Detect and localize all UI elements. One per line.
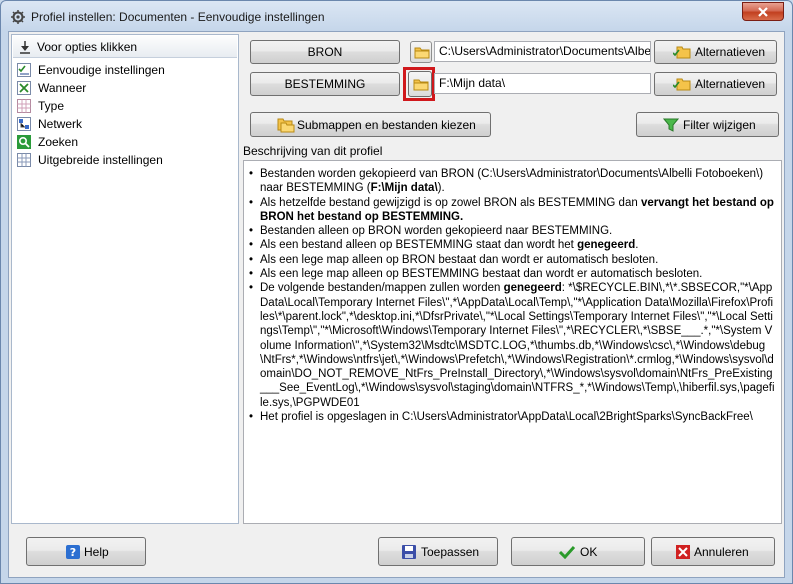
description-item: De volgende bestanden/mappen zullen word… xyxy=(248,281,775,410)
option-label: Type xyxy=(38,99,65,113)
description-item: Bestanden alleen op BRON worden gekopiee… xyxy=(248,224,775,239)
cancel-label: Annuleren xyxy=(694,545,749,559)
description-item: Als een bestand alleen op BESTEMMING sta… xyxy=(248,238,775,253)
close-icon xyxy=(758,7,768,17)
folder-icon xyxy=(413,79,429,91)
options-list: Eenvoudige instellingen Wanneer Type Net… xyxy=(12,61,238,169)
option-eenvoudige-instellingen[interactable]: Eenvoudige instellingen xyxy=(12,61,238,79)
option-label: Wanneer xyxy=(38,81,87,95)
gear-app-icon xyxy=(11,10,25,24)
options-header: Voor opties klikken xyxy=(13,36,237,58)
options-header-label: Voor opties klikken xyxy=(37,40,138,54)
filter-funnel-icon xyxy=(663,118,679,132)
close-button[interactable] xyxy=(742,2,784,21)
description-item: Als een lege map alleen op BRON bestaat … xyxy=(248,253,775,268)
svg-text:?: ? xyxy=(70,546,76,559)
help-button[interactable]: ? Help xyxy=(26,537,146,566)
folder-icon xyxy=(414,47,430,59)
destination-button-label: BESTEMMING xyxy=(284,77,366,91)
source-path-field[interactable]: C:\Users\Administrator\Documents\Albelli xyxy=(434,41,651,62)
description-item: Het profiel is opgeslagen in C:\Users\Ad… xyxy=(248,410,775,425)
option-label: Eenvoudige instellingen xyxy=(38,63,165,77)
cancel-button[interactable]: Annuleren xyxy=(651,537,775,566)
help-label: Help xyxy=(84,545,109,559)
dialog-window: Profiel instellen: Documenten - Eenvoudi… xyxy=(0,0,793,584)
description-item: Als hetzelfde bestand gewijzigd is op zo… xyxy=(248,196,775,225)
select-subfolders-button[interactable]: Submappen en bestanden kiezen xyxy=(250,112,491,137)
ok-button[interactable]: OK xyxy=(511,537,645,566)
source-alternatives-button[interactable]: Alternatieven xyxy=(654,40,777,64)
option-label: Netwerk xyxy=(38,117,83,131)
source-alternatives-label: Alternatieven xyxy=(695,45,766,59)
description-item: Als een lege map alleen op BESTEMMING be… xyxy=(248,267,775,282)
calendar-icon xyxy=(17,81,31,95)
option-type[interactable]: Type xyxy=(12,97,238,115)
folders-icon xyxy=(277,118,295,133)
settings-grid-icon xyxy=(17,153,31,167)
option-label: Zoeken xyxy=(38,135,79,149)
checkmark-icon xyxy=(559,545,575,559)
description-item: Bestanden worden gekopieerd van BRON (C:… xyxy=(248,167,775,196)
save-disk-icon xyxy=(402,545,416,559)
description-list: Bestanden worden gekopieerd van BRON (C:… xyxy=(248,167,775,425)
destination-alternatives-button[interactable]: Alternatieven xyxy=(654,72,777,96)
destination-path-field[interactable]: F:\Mijn data\ xyxy=(434,73,651,94)
title-bar: Profiel instellen: Documenten - Eenvoudi… xyxy=(1,1,792,31)
profile-description-box[interactable]: Bestanden worden gekopieerd van BRON (C:… xyxy=(243,160,782,524)
destination-button[interactable]: BESTEMMING xyxy=(250,72,400,96)
alternatives-folder-icon xyxy=(673,46,691,59)
search-icon xyxy=(17,135,31,149)
apply-label: Toepassen xyxy=(421,545,480,559)
option-zoeken[interactable]: Zoeken xyxy=(12,133,238,151)
window-title: Profiel instellen: Documenten - Eenvoudi… xyxy=(31,10,325,24)
source-button[interactable]: BRON xyxy=(250,40,400,64)
apply-button[interactable]: Toepassen xyxy=(378,537,498,566)
options-panel: Voor opties klikken Eenvoudige instellin… xyxy=(11,34,239,524)
source-browse-button[interactable] xyxy=(410,41,432,63)
source-path-value: C:\Users\Administrator\Documents\Albelli xyxy=(439,44,651,58)
option-netwerk[interactable]: Netwerk xyxy=(12,115,238,133)
network-icon xyxy=(17,117,31,131)
check-list-icon xyxy=(17,63,31,77)
cancel-x-icon xyxy=(676,545,690,559)
destination-browse-button[interactable] xyxy=(408,71,432,97)
option-wanneer[interactable]: Wanneer xyxy=(12,79,238,97)
option-label: Uitgebreide instellingen xyxy=(38,153,163,167)
select-subfolders-label: Submappen en bestanden kiezen xyxy=(297,118,476,132)
profile-description-title: Beschrijving van dit profiel xyxy=(243,144,383,158)
help-icon: ? xyxy=(66,545,80,559)
change-filter-label: Filter wijzigen xyxy=(683,118,756,132)
option-uitgebreide-instellingen[interactable]: Uitgebreide instellingen xyxy=(12,151,238,169)
dialog-client-area: Voor opties klikken Eenvoudige instellin… xyxy=(8,31,785,578)
ok-label: OK xyxy=(580,545,598,559)
arrow-down-icon xyxy=(20,41,30,54)
type-grid-icon xyxy=(17,99,31,113)
destination-path-value: F:\Mijn data\ xyxy=(439,76,506,90)
destination-alternatives-label: Alternatieven xyxy=(695,77,766,91)
alternatives-folder-icon xyxy=(673,78,691,91)
source-button-label: BRON xyxy=(307,45,343,59)
profile-description-group: Beschrijving van dit profiel Bestanden w… xyxy=(243,144,782,526)
change-filter-button[interactable]: Filter wijzigen xyxy=(636,112,779,137)
